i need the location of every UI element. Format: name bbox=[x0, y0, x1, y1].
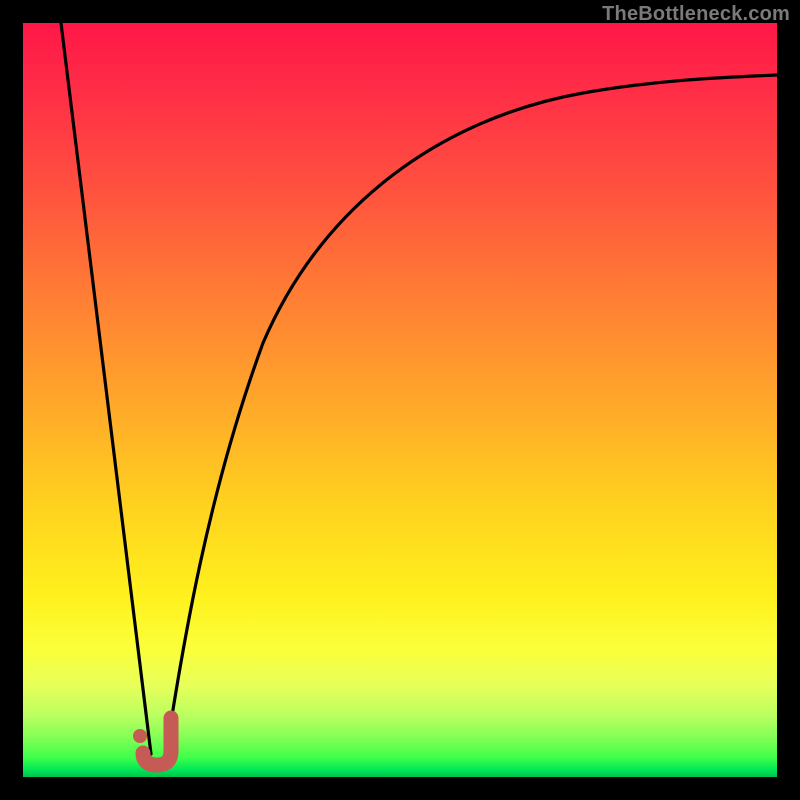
j-marker bbox=[133, 718, 171, 765]
chart-curves bbox=[23, 23, 777, 777]
curve-right bbox=[166, 75, 777, 754]
curve-left bbox=[61, 23, 151, 754]
plot-gradient-area bbox=[23, 23, 777, 777]
chart-frame: TheBottleneck.com bbox=[0, 0, 800, 800]
